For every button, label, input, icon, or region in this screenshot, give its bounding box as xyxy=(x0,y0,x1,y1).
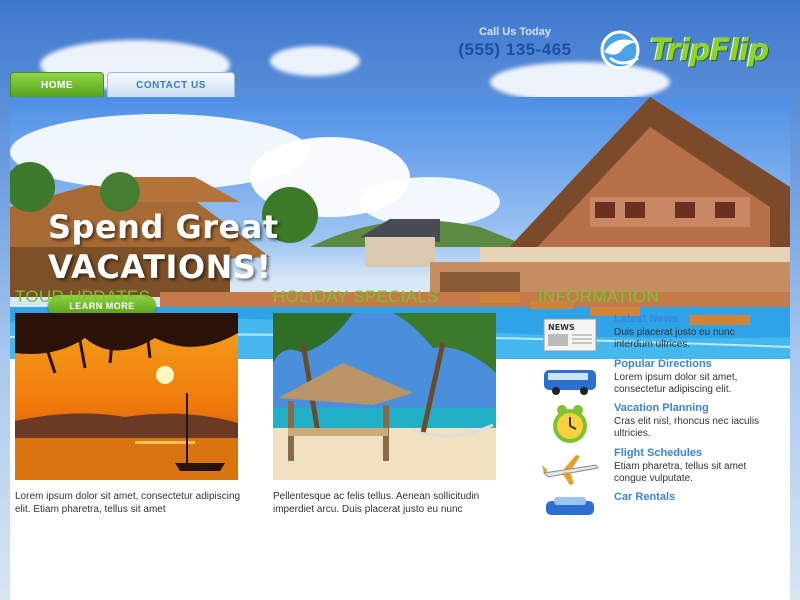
airplane-icon xyxy=(538,447,602,491)
header-contact: Call Us Today (555) 135-465 xyxy=(440,26,590,60)
info-title[interactable]: Vacation Planning xyxy=(614,402,770,414)
info-item-latest-news[interactable]: NEWS Latest News Duis placerat justo eu … xyxy=(538,313,778,358)
info-title[interactable]: Popular Directions xyxy=(614,358,770,370)
phone-number[interactable]: (555) 135-465 xyxy=(440,40,590,60)
info-desc: Etiam pharetra, tellus sit amet congue v… xyxy=(614,460,747,484)
info-item-car-rentals[interactable]: Car Rentals xyxy=(538,491,778,536)
holiday-specials-heading: HOLIDAY SPECIALS xyxy=(273,287,439,306)
sky-cloud xyxy=(270,46,360,76)
hero-title: Spend Great VACATIONS! xyxy=(48,207,279,287)
tour-updates-heading: TOUR UPDATES xyxy=(15,287,151,306)
site-logo[interactable]: TripFlip xyxy=(596,26,786,74)
tour-updates-text: Lorem ipsum dolor sit amet, consectetur … xyxy=(15,491,241,515)
tab-contact-us[interactable]: CONTACT US xyxy=(107,72,235,98)
car-icon xyxy=(538,491,602,535)
hero-title-line1: Spend Great xyxy=(48,208,279,246)
alarm-clock-icon xyxy=(538,402,602,446)
information-list: NEWS Latest News Duis placerat justo eu … xyxy=(538,313,778,536)
svg-text:NEWS: NEWS xyxy=(548,323,575,332)
sunset-photo xyxy=(15,313,238,480)
information-section: INFORMATION NEWS Latest News Duis placer… xyxy=(538,287,778,536)
info-desc: Duis placerat justo eu nunc interdum ult… xyxy=(614,327,735,350)
info-title[interactable]: Flight Schedules xyxy=(614,447,770,459)
beach-hut-photo xyxy=(273,313,496,480)
holiday-specials-section: HOLIDAY SPECIALS Pellentesque ac felis t… xyxy=(273,287,505,516)
holiday-specials-text: Pellentesque ac felis tellus. Aenean sol… xyxy=(273,491,480,515)
logo-text: TripFlip xyxy=(650,32,769,68)
info-item-vacation-planning[interactable]: Vacation Planning Cras elit nisl, rhoncu… xyxy=(538,402,778,447)
newspaper-icon: NEWS xyxy=(538,313,602,357)
tab-home[interactable]: HOME xyxy=(10,72,104,98)
info-title[interactable]: Latest News xyxy=(614,313,770,325)
information-heading: INFORMATION xyxy=(538,287,660,306)
call-us-label: Call Us Today xyxy=(479,26,551,38)
dolphin-logo-icon xyxy=(596,28,648,72)
info-desc: Cras elit nisl, rhoncus nec iaculis ultr… xyxy=(614,416,760,439)
bus-icon xyxy=(538,358,602,402)
hero-title-line2: VACATIONS! xyxy=(48,248,272,286)
info-title[interactable]: Car Rentals xyxy=(614,491,770,503)
info-item-flight-schedules[interactable]: Flight Schedules Etiam pharetra, tellus … xyxy=(538,447,778,492)
info-desc: Lorem ipsum dolor sit amet, consectetur … xyxy=(614,371,738,395)
info-item-popular-directions[interactable]: Popular Directions Lorem ipsum dolor sit… xyxy=(538,358,778,403)
tour-updates-section: TOUR UPDATES Lorem ipsum dolor sit amet,… xyxy=(15,287,247,516)
main-nav: HOME CONTACT US xyxy=(10,72,235,98)
